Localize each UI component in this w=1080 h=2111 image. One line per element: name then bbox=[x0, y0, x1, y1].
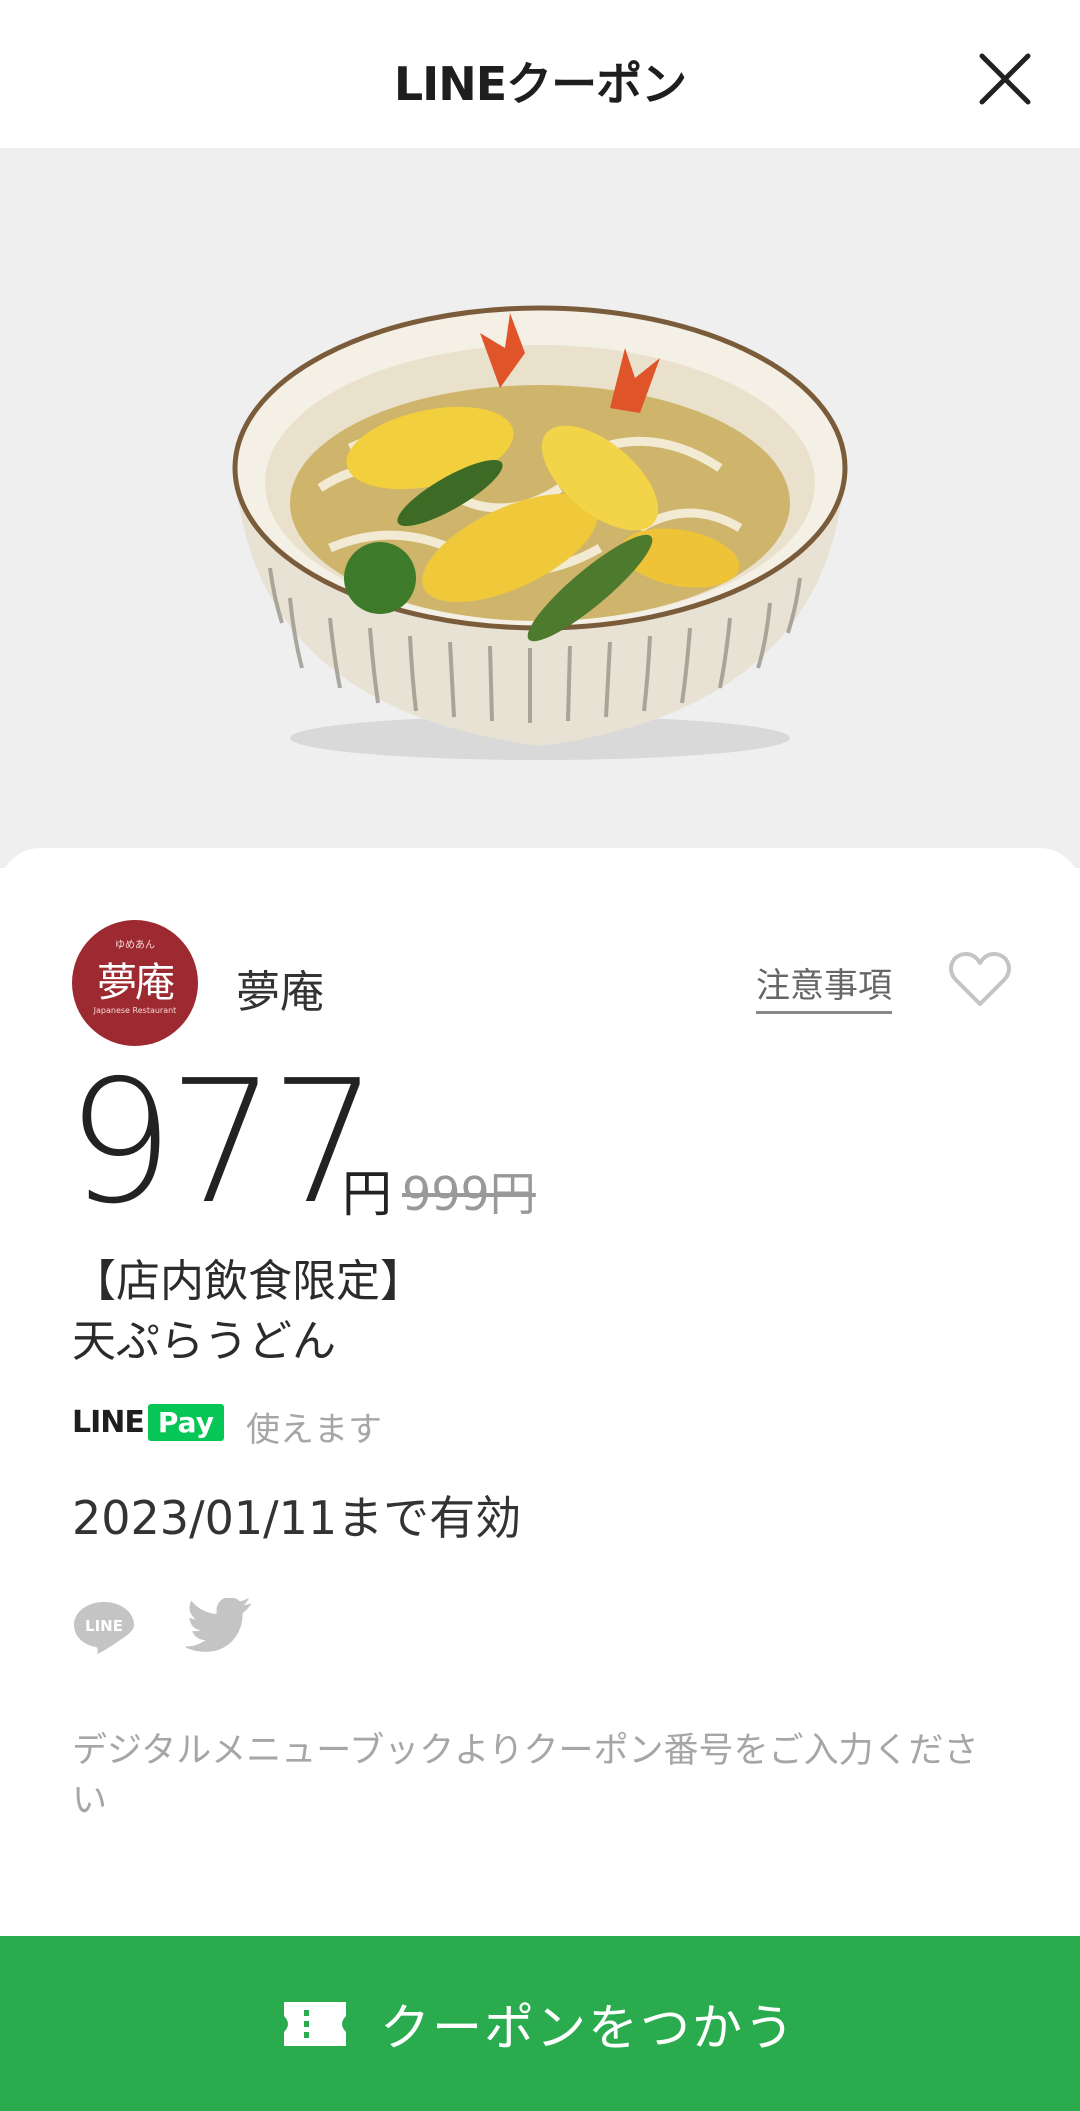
close-button[interactable] bbox=[970, 44, 1040, 114]
favorite-button[interactable] bbox=[948, 950, 1012, 1010]
line-share-icon: LINE bbox=[74, 1602, 134, 1654]
coupon-card: ゆめあん 夢庵 Japanese Restaurant 夢庵 注意事項 977 … bbox=[0, 848, 1080, 1938]
use-coupon-label: クーポンをつかう bbox=[380, 1998, 796, 2057]
twitter-share-button[interactable] bbox=[183, 1596, 252, 1658]
twitter-bird-icon bbox=[183, 1596, 252, 1652]
header-title: LINEクーポン bbox=[393, 57, 687, 111]
shop-logo: ゆめあん 夢庵 Japanese Restaurant bbox=[72, 920, 198, 1046]
line-pay-line-text: LINE bbox=[72, 1404, 145, 1440]
line-pay-pay-text: Pay bbox=[147, 1403, 224, 1441]
line-pay-logo: LINE Pay bbox=[72, 1400, 224, 1444]
shop-row: ゆめあん 夢庵 Japanese Restaurant 夢庵 注意事項 bbox=[72, 920, 1011, 1046]
usage-note: デジタルメニューブックよりクーポン番号をご入力ください bbox=[72, 1731, 979, 1821]
close-icon bbox=[979, 53, 1031, 105]
discount-price: 977 bbox=[66, 1044, 378, 1242]
line-pay-row: LINE Pay 使えます bbox=[72, 1400, 672, 1450]
hero-image bbox=[0, 148, 1080, 868]
share-row: LINE bbox=[72, 1596, 272, 1668]
line-pay-usable: 使えます bbox=[246, 1410, 382, 1450]
app-header: LINEクーポン bbox=[0, 0, 1080, 148]
coupon-title-line2: 天ぷらうどん bbox=[72, 1316, 336, 1367]
price-row: 977 円 999円 bbox=[66, 1058, 966, 1238]
validity-date: 2023/01/11まで有効 bbox=[72, 1491, 522, 1545]
notice-link[interactable]: 注意事項 bbox=[756, 958, 892, 1014]
price-unit: 円 bbox=[342, 1165, 392, 1223]
coupon-title: 【店内飲食限定】 天ぷらうどん bbox=[72, 1252, 972, 1372]
shop-name[interactable]: 夢庵 bbox=[236, 956, 324, 1020]
shop-logo-subtitle: Japanese Restaurant bbox=[93, 1006, 177, 1015]
shop-logo-ruby: ゆめあん bbox=[115, 940, 155, 951]
line-share-button[interactable]: LINE bbox=[72, 1598, 136, 1658]
use-coupon-button[interactable]: クーポンをつかう bbox=[0, 1936, 1080, 2111]
line-share-icon-text: LINE bbox=[85, 1617, 123, 1635]
udon-bowl-illustration bbox=[232, 305, 848, 760]
ticket-icon bbox=[284, 2001, 346, 2046]
shop-logo-text: 夢庵 bbox=[97, 960, 175, 1006]
heart-outline-icon bbox=[949, 952, 1011, 1006]
original-price: 999円 bbox=[402, 1167, 536, 1221]
coupon-title-line1: 【店内飲食限定】 bbox=[72, 1256, 424, 1307]
